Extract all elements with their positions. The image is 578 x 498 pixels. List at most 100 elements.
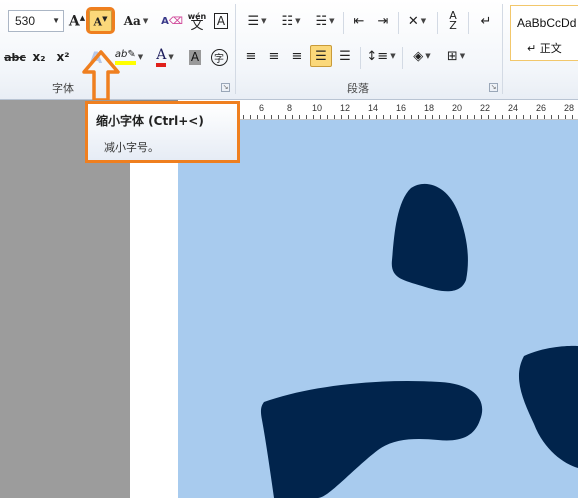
group-divider	[235, 4, 236, 94]
pointer-arrow-icon	[82, 50, 120, 102]
ruler-tick	[509, 115, 510, 119]
ruler-tick	[523, 115, 524, 119]
align-right-button[interactable]: ≡	[286, 45, 308, 67]
style-normal-tile[interactable]: AaBbCcDd ↵ 正文	[510, 5, 578, 61]
group-divider	[502, 4, 503, 94]
ruler-tick	[299, 115, 300, 119]
ruler-tick	[257, 115, 258, 119]
chevron-down-icon: ▼	[261, 17, 267, 25]
divider	[468, 12, 469, 34]
clear-formatting-button[interactable]: A⌫	[161, 10, 183, 32]
strikethrough-button[interactable]: abc	[4, 46, 26, 68]
ruler-tick	[390, 115, 391, 119]
ruler-tick	[243, 115, 244, 119]
ruler-number: 8	[287, 103, 293, 113]
bullets-button[interactable]: ☰ ▼	[241, 10, 273, 32]
align-left-button[interactable]: ≡	[240, 45, 262, 67]
subscript-label: x₂	[32, 50, 46, 64]
distributed-button[interactable]: ☰	[334, 45, 356, 67]
ruler-tick	[355, 115, 356, 119]
shading-button[interactable]: ◈ ▼	[406, 45, 438, 67]
ruler-tick	[474, 115, 475, 119]
ruler-tick	[327, 115, 328, 119]
line-spacing-icon: ↕≡	[366, 48, 389, 64]
bullet-list-icon: ☰	[247, 13, 260, 29]
chevron-down-icon: ▼	[329, 17, 335, 25]
ruler-number: 12	[340, 103, 351, 113]
multilevel-list-button[interactable]: ☵ ▼	[309, 10, 341, 32]
show-hide-marks-button[interactable]: ↵	[475, 10, 497, 32]
ruler-tick	[285, 115, 286, 119]
divider	[360, 47, 361, 69]
character-border-icon: A	[213, 13, 229, 29]
ruler-tick	[271, 115, 272, 119]
superscript-button[interactable]: x²	[52, 46, 74, 68]
ruler-tick	[502, 115, 503, 119]
ruler-tick	[432, 115, 433, 119]
ruler-tick	[348, 115, 349, 119]
ruler-tick	[250, 115, 251, 119]
chevron-down-icon: ▼	[142, 17, 149, 25]
font-group-label: 字体	[52, 82, 74, 95]
ruler-tick	[551, 115, 552, 119]
page-left-margin	[130, 120, 178, 498]
font-size-input[interactable]: 530 ▼	[8, 10, 64, 32]
decrease-indent-button[interactable]: ⇤	[348, 10, 370, 32]
ruler-tick	[320, 115, 321, 119]
enclose-characters-button[interactable]: 字	[207, 46, 231, 68]
ruler-tick	[313, 115, 314, 119]
ruler-tick	[397, 115, 398, 119]
ruler-tick	[481, 115, 482, 119]
align-left-icon: ≡	[245, 48, 257, 64]
paragraph-group-label: 段落	[347, 82, 369, 95]
phonetic-guide-button[interactable]: wén 文	[185, 8, 209, 34]
font-dialog-launcher-icon[interactable]: ↘	[221, 83, 230, 92]
ruler-tick	[495, 115, 496, 119]
page-content[interactable]	[178, 120, 578, 498]
ruler-number: 20	[452, 103, 463, 113]
character-border-button[interactable]: A	[211, 10, 231, 32]
divider	[398, 12, 399, 34]
ruler-number: 14	[368, 103, 379, 113]
increase-indent-button[interactable]: ⇥	[372, 10, 394, 32]
shrink-font-tooltip: 缩小字体 (Ctrl+<) 减小字号。	[85, 101, 240, 163]
paragraph-mark-icon: ↵	[480, 13, 492, 29]
font-color-icon: A	[156, 47, 167, 67]
distributed-icon: ☰	[339, 48, 351, 64]
style-name: ↵ 正文	[527, 42, 562, 55]
borders-button[interactable]: ⊞ ▼	[440, 45, 472, 67]
ruler-tick	[292, 115, 293, 119]
align-center-button[interactable]: ≡	[263, 45, 285, 67]
font-color-button[interactable]: A ▼	[149, 46, 181, 68]
grow-font-button[interactable]: A▲	[67, 10, 87, 32]
chevron-down-icon[interactable]: ▼	[52, 16, 60, 25]
multilevel-list-icon: ☵	[315, 13, 328, 29]
ruler-tick	[439, 115, 440, 119]
change-case-button[interactable]: Aa ▼	[122, 10, 150, 32]
chinese-layout-button[interactable]: ✕ ▼	[401, 10, 433, 32]
divider	[402, 47, 403, 69]
ruler-tick	[488, 115, 489, 119]
divider	[343, 12, 344, 34]
paragraph-dialog-launcher-icon[interactable]: ↘	[489, 83, 498, 92]
line-spacing-button[interactable]: ↕≡ ▼	[365, 45, 397, 67]
chevron-down-icon: ▼	[459, 52, 466, 60]
ruler-tick	[334, 115, 335, 119]
character-stroke-middle	[260, 380, 483, 498]
justify-button[interactable]: ☰	[310, 45, 332, 67]
paint-bucket-icon: ◈	[413, 48, 424, 64]
chevron-down-icon: ▼	[295, 17, 301, 25]
numbering-button[interactable]: ☷ ▼	[275, 10, 307, 32]
ruler-number: 22	[480, 103, 491, 113]
ruler-number: 18	[424, 103, 435, 113]
decrease-indent-icon: ⇤	[353, 13, 365, 29]
ruler-tick	[460, 115, 461, 119]
sort-button[interactable]: AZ	[442, 10, 464, 32]
character-shading-button[interactable]: A	[185, 46, 205, 68]
superscript-label: x²	[56, 50, 70, 64]
tooltip-title: 缩小字体 (Ctrl+<)	[96, 114, 204, 128]
sort-icon: AZ	[449, 9, 457, 32]
font-size-value: 530	[15, 14, 36, 28]
subscript-button[interactable]: x₂	[28, 46, 50, 68]
ruler-tick	[306, 115, 307, 119]
